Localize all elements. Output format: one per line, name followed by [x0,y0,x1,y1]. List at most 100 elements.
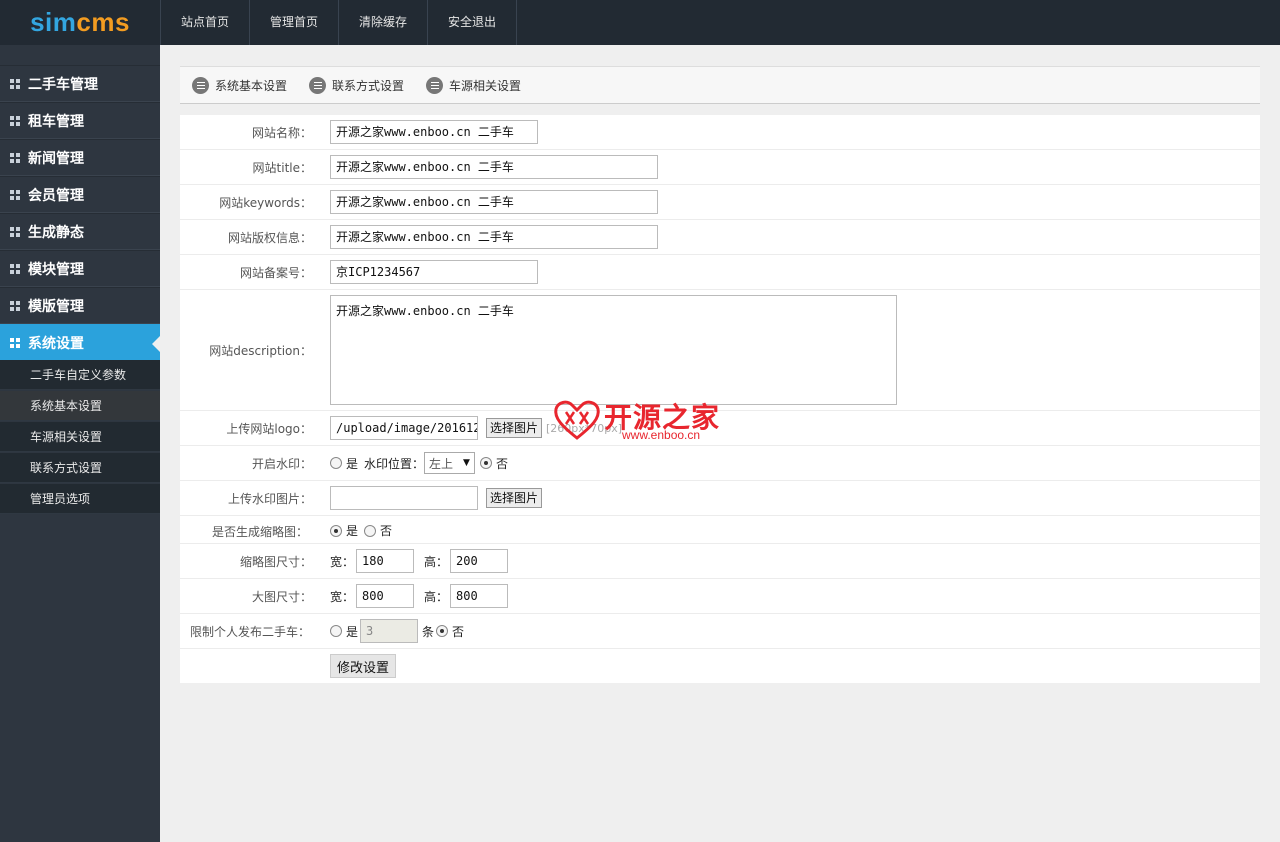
sidebar-item-contact-settings[interactable]: 联系方式设置 [0,453,160,483]
limit-unit-label: 条 [422,624,435,639]
tab-basic-settings[interactable]: 系统基本设置 [192,76,288,94]
menu-icon [309,76,327,94]
sidebar-group-label: 租车管理 [28,113,84,130]
choose-watermark-button[interactable]: 选择图片 [486,488,543,508]
limit-yes-label: 是 [346,624,359,639]
sidebar-group-static[interactable]: 生成静态 [0,213,160,250]
grid-icon [10,226,20,237]
form-row-site-title: 网站title： 开源之家www.enboo.cn 二手车 [180,150,1260,185]
watermark-position-select[interactable]: 左上 ▼ [424,452,475,474]
form-row-large-size: 大图尺寸： 宽： 800 高： 800 [180,579,1260,614]
logo-path-input[interactable]: /upload/image/201612 [330,416,478,440]
thumbnail-no-radio[interactable] [364,524,377,537]
tab-label: 联系方式设置 [332,78,405,93]
menu-icon [192,76,209,94]
nav-logout[interactable]: 安全退出 [428,0,518,45]
grid-icon [10,300,20,311]
site-title-label: 网站title： [252,161,312,175]
icp-label: 网站备案号： [239,266,312,280]
settings-tabs: 系统基本设置 联系方式设置 车源相关设置 [180,66,1260,104]
choose-logo-button[interactable]: 选择图片 [486,418,543,438]
site-title-input[interactable]: 开源之家www.enboo.cn 二手车 [330,155,658,179]
grid-icon [10,78,20,89]
thumbnail-label: 是否生成缩略图： [211,525,308,539]
menu-icon [426,76,444,94]
sidebar-group-rental[interactable]: 租车管理 [0,102,160,139]
watermark-position-value: 左上 [429,456,454,471]
caret-down-icon: ▼ [463,458,470,468]
sidebar-group-used-cars[interactable]: 二手车管理 [0,65,160,102]
sidebar-group-label: 会员管理 [28,187,84,204]
tab-label: 车源相关设置 [449,78,522,93]
sidebar-group-label: 新闻管理 [28,150,84,167]
site-name-label: 网站名称： [251,126,312,140]
thumb-height-label: 高： [424,554,449,569]
grid-icon [10,152,20,163]
thumb-width-label: 宽： [330,554,355,569]
watermark-no-radio[interactable] [479,457,492,469]
logo[interactable]: sim cms [0,0,160,45]
site-watermark: 开源之家 www.enboo.cn [552,396,732,446]
thumb-height-input[interactable]: 200 [450,549,509,573]
copyright-label: 网站版权信息： [227,231,312,245]
form-row-site-name: 网站名称： 开源之家www.enboo.cn 二手车 [180,115,1260,150]
sidebar: 二手车管理 租车管理 新闻管理 会员管理 生成静态 模块管理 模版管理 系统设置… [0,45,160,842]
logo-upload-label: 上传网站logo： [226,422,312,436]
form-row-site-keywords: 网站keywords： 开源之家www.enboo.cn 二手车 [180,185,1260,220]
watermark-position-label: 水印位置： [364,456,425,471]
sidebar-item-basic-settings[interactable]: 系统基本设置 [0,391,160,421]
description-textarea[interactable]: 开源之家www.enboo.cn 二手车 [330,295,897,405]
watermark-label: 开启水印： [251,457,312,471]
limit-count-input[interactable]: 3 [360,619,419,643]
watermark-image-input[interactable] [330,486,478,510]
watermark-yes-label: 是 [346,456,359,471]
watermark-no-label: 否 [495,456,508,471]
sidebar-group-modules[interactable]: 模块管理 [0,250,160,287]
form-row-limit-publish: 限制个人发布二手车： 是 3 条 否 [180,614,1260,649]
nav-site-home[interactable]: 站点首页 [161,0,251,45]
large-width-input[interactable]: 800 [356,584,415,608]
sidebar-item-vehicle-settings[interactable]: 车源相关设置 [0,422,160,452]
form-row-thumb-size: 缩略图尺寸： 宽： 180 高： 200 [180,544,1260,579]
top-nav: 站点首页 管理首页 清除缓存 安全退出 [160,0,518,45]
submit-settings-button[interactable]: 修改设置 [330,654,397,678]
copyright-input[interactable]: 开源之家www.enboo.cn 二手车 [330,225,658,249]
thumb-size-label: 缩略图尺寸： [239,555,312,569]
sidebar-group-news[interactable]: 新闻管理 [0,139,160,176]
sidebar-group-system-settings[interactable]: 系统设置 [0,324,160,361]
tab-contact-settings[interactable]: 联系方式设置 [309,76,405,94]
large-width-label: 宽： [330,589,355,604]
description-label: 网站description： [209,344,312,358]
tab-vehicle-settings[interactable]: 车源相关设置 [426,76,522,94]
sidebar-group-label: 二手车管理 [28,76,98,93]
thumbnail-yes-radio[interactable] [330,524,342,537]
grid-icon [10,337,20,348]
thumbnail-no-label: 否 [380,524,393,538]
thumb-width-input[interactable]: 180 [356,549,415,573]
site-keywords-input[interactable]: 开源之家www.enboo.cn 二手车 [330,190,658,214]
site-name-input[interactable]: 开源之家www.enboo.cn 二手车 [330,120,538,144]
tab-label: 系统基本设置 [215,78,288,93]
watermark-yes-radio[interactable] [330,457,342,469]
grid-icon [10,263,20,274]
limit-publish-label: 限制个人发布二手车： [189,625,310,639]
grid-icon [10,115,20,126]
nav-admin-home[interactable]: 管理首页 [250,0,340,45]
limit-yes-radio[interactable] [330,625,342,637]
sidebar-group-label: 模版管理 [28,298,84,315]
sidebar-item-admin-options[interactable]: 管理员选项 [0,484,160,514]
nav-clear-cache[interactable]: 清除缓存 [339,0,429,45]
large-height-label: 高： [424,589,449,604]
sidebar-group-label: 生成静态 [28,224,84,241]
sidebar-group-members[interactable]: 会员管理 [0,176,160,213]
icp-input[interactable]: 京ICP1234567 [330,260,538,284]
site-keywords-label: 网站keywords： [219,196,312,210]
limit-no-radio[interactable] [436,625,449,637]
top-bar: sim cms 站点首页 管理首页 清除缓存 安全退出 [0,0,1280,45]
sidebar-item-custom-params[interactable]: 二手车自定义参数 [0,360,160,390]
large-height-input[interactable]: 800 [450,584,509,608]
grid-icon [10,189,20,200]
heart-logo-icon [554,400,600,440]
sidebar-group-templates[interactable]: 模版管理 [0,287,160,324]
form-row-watermark: 开启水印： 是 水印位置： 左上 ▼ 否 [180,446,1260,481]
